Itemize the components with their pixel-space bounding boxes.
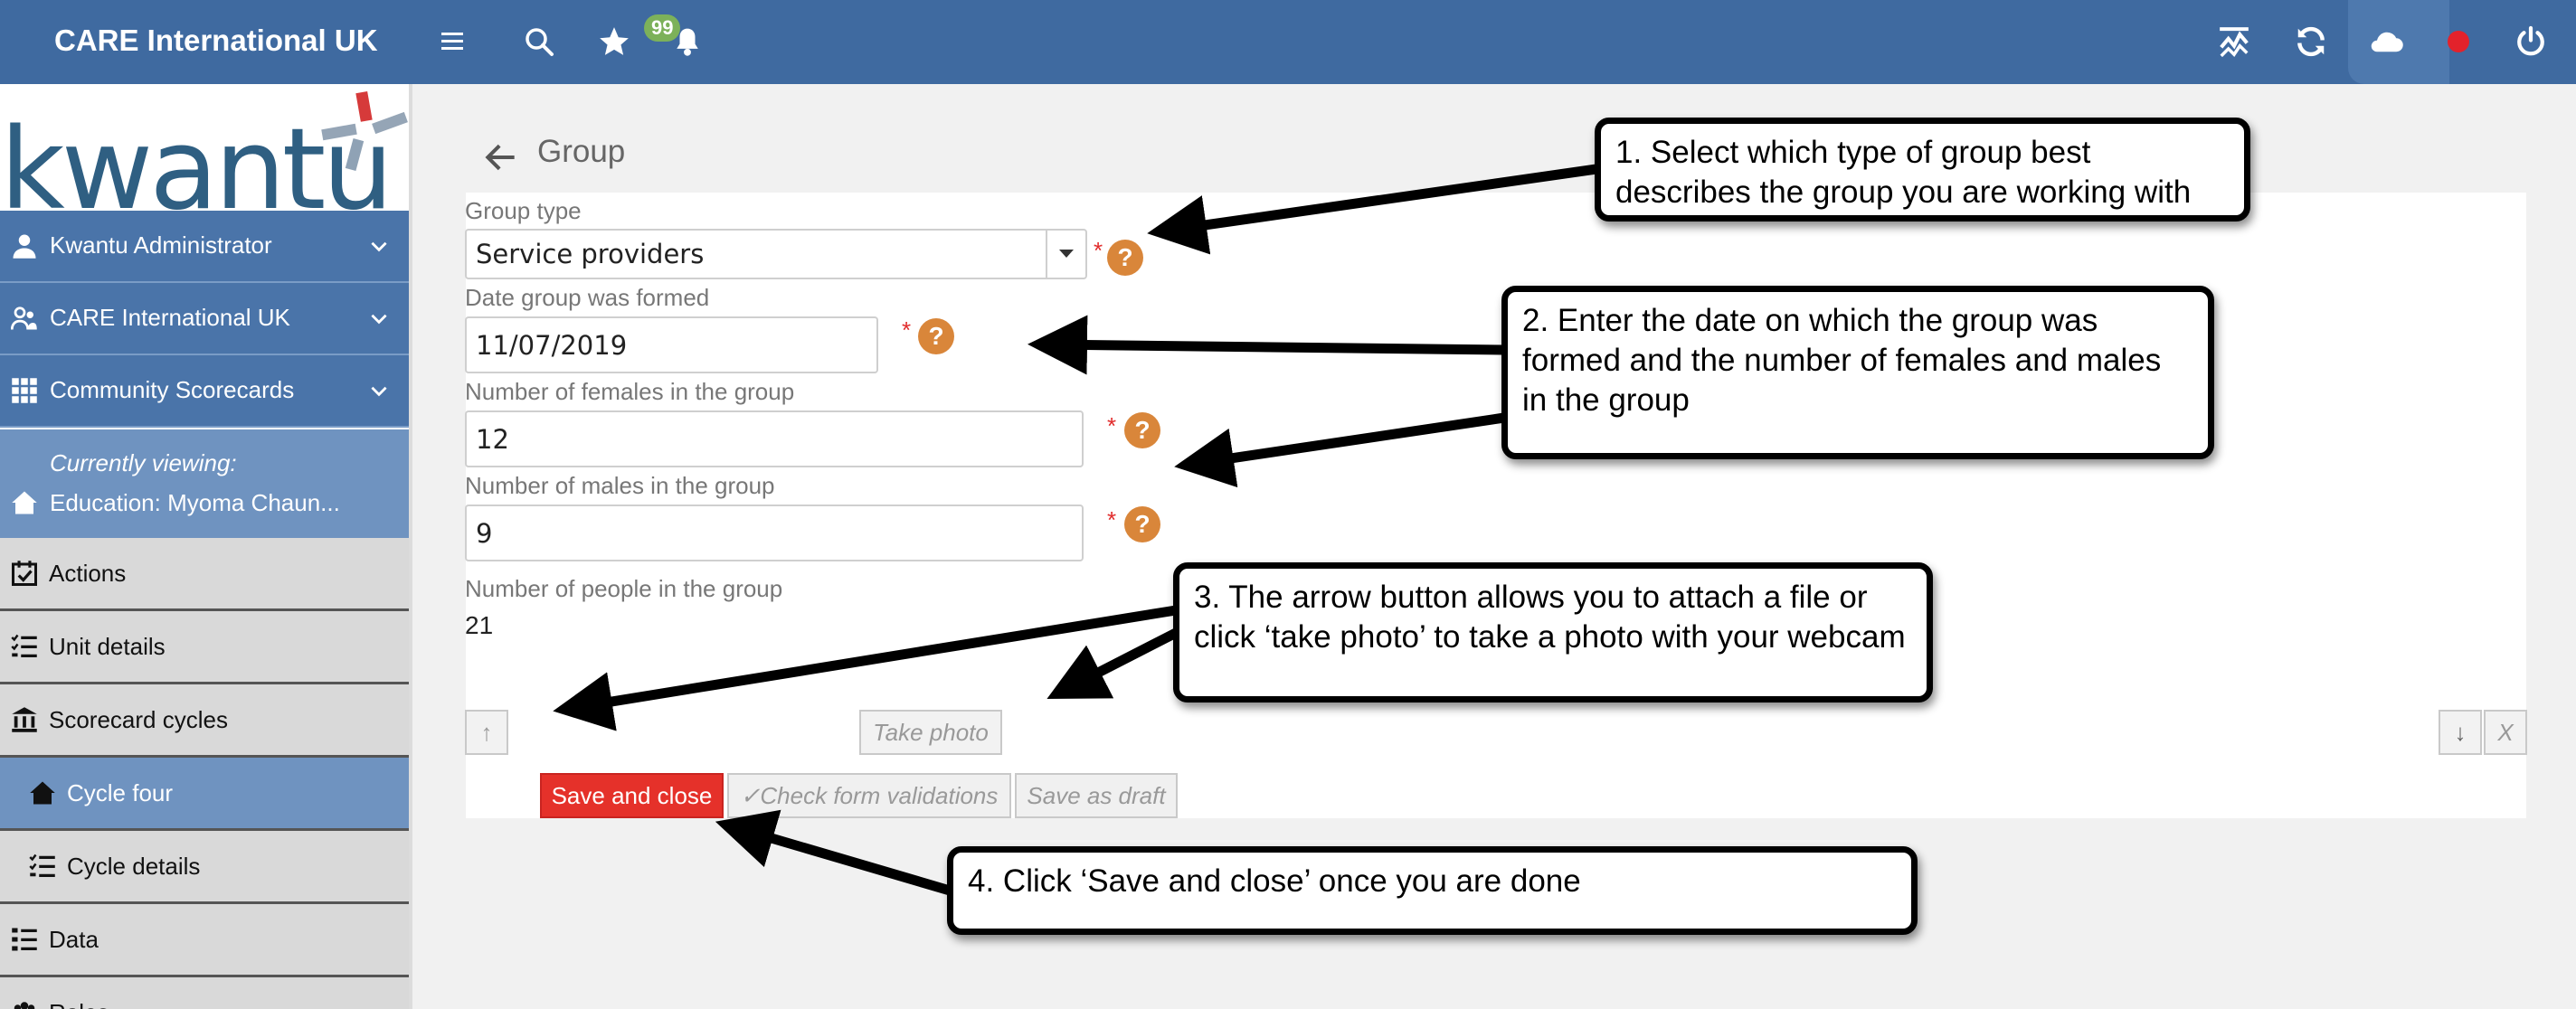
dropdown-caret-icon[interactable] bbox=[1046, 231, 1085, 278]
back-arrow-icon[interactable] bbox=[481, 137, 521, 177]
sidebar-item-actions[interactable]: Actions bbox=[0, 538, 409, 611]
sidebar-item-label: Kwantu Administrator bbox=[50, 231, 272, 259]
required-marker: * bbox=[1107, 412, 1117, 439]
page-title: Group bbox=[537, 134, 626, 169]
required-marker: * bbox=[902, 316, 912, 344]
status-dot-icon bbox=[2437, 20, 2480, 63]
chevron-down-icon[interactable] bbox=[367, 306, 391, 330]
females-label: Number of females in the group bbox=[465, 378, 795, 405]
males-input[interactable]: 9 bbox=[465, 504, 1084, 561]
upload-button[interactable]: ↑ bbox=[465, 710, 508, 755]
callout-attach-file: 3. The arrow button allows you to attach… bbox=[1173, 562, 1933, 703]
kwantu-logo[interactable]: kwantu bbox=[0, 89, 409, 235]
list-icon bbox=[12, 928, 37, 951]
sidebar-item-label: Unit details bbox=[49, 633, 166, 660]
remove-file-button[interactable]: X bbox=[2484, 710, 2527, 755]
users-icon bbox=[11, 306, 37, 330]
list-icon bbox=[11, 634, 37, 657]
required-marker: * bbox=[1094, 237, 1103, 264]
cloud-icon[interactable] bbox=[2364, 20, 2408, 63]
chevron-down-icon[interactable] bbox=[367, 234, 391, 258]
help-icon[interactable]: ? bbox=[1124, 506, 1160, 542]
group-type-select[interactable]: Service providers bbox=[465, 229, 1087, 279]
check-validations-button[interactable]: ✓Check form validations bbox=[727, 773, 1011, 818]
roles-icon bbox=[14, 1002, 35, 1009]
top-bar bbox=[0, 0, 2576, 84]
help-icon[interactable]: ? bbox=[918, 318, 954, 354]
females-input[interactable]: 12 bbox=[465, 410, 1084, 467]
sidebar-item-label: Data bbox=[49, 926, 99, 953]
currently-viewing[interactable]: Currently viewing: Education: Myoma Chau… bbox=[0, 429, 409, 538]
sidebar-item-roles[interactable]: Roles bbox=[0, 977, 409, 1009]
date-formed-value: 11/07/2019 bbox=[476, 329, 628, 361]
females-value: 12 bbox=[476, 423, 509, 455]
sidebar-item-label: Roles bbox=[49, 999, 109, 1009]
sidebar-item-unit-details[interactable]: Unit details bbox=[0, 611, 409, 684]
date-formed-label: Date group was formed bbox=[465, 284, 710, 311]
date-formed-input[interactable]: 11/07/2019 bbox=[465, 316, 878, 373]
currently-viewing-label: Currently viewing: bbox=[50, 449, 237, 476]
callout-save-and-close: 4. Click ‘Save and close’ once you are d… bbox=[947, 846, 1918, 935]
sidebar-item-kwantu-administrator[interactable]: Kwantu Administrator bbox=[0, 211, 409, 283]
sidebar-item-label: Scorecard cycles bbox=[49, 706, 228, 733]
search-icon[interactable] bbox=[517, 20, 561, 63]
sidebar: kwantu Kwantu Administrator CARE Interna… bbox=[0, 84, 412, 1009]
take-photo-button[interactable]: Take photo bbox=[859, 710, 1002, 755]
star-icon[interactable] bbox=[592, 20, 636, 63]
group-type-label: Group type bbox=[465, 197, 582, 224]
sidebar-item-community-scorecards[interactable]: Community Scorecards bbox=[0, 355, 409, 428]
calendar-check-icon bbox=[12, 561, 37, 586]
sidebar-item-care-international[interactable]: CARE International UK bbox=[0, 283, 409, 355]
people-value: 21 bbox=[465, 611, 494, 639]
list-icon bbox=[29, 853, 55, 877]
chevron-down-icon[interactable] bbox=[367, 379, 391, 402]
grid-icon bbox=[12, 378, 37, 403]
males-label: Number of males in the group bbox=[465, 472, 775, 499]
sync-icon[interactable] bbox=[2289, 20, 2333, 63]
currently-viewing-value: Education: Myoma Chaun... bbox=[50, 489, 340, 516]
people-label: Number of people in the group bbox=[465, 575, 783, 602]
notification-badge: 99 bbox=[644, 14, 681, 42]
help-icon[interactable]: ? bbox=[1107, 240, 1143, 276]
home-icon bbox=[12, 491, 37, 514]
required-marker: * bbox=[1107, 506, 1117, 533]
males-value: 9 bbox=[476, 517, 493, 549]
building-icon bbox=[12, 707, 37, 732]
user-icon bbox=[13, 234, 36, 259]
download-button[interactable]: ↓ bbox=[2439, 710, 2482, 755]
sidebar-item-data[interactable]: Data bbox=[0, 904, 409, 977]
chart-icon[interactable] bbox=[2212, 20, 2256, 63]
sidebar-item-label: Cycle four bbox=[67, 779, 174, 806]
menu-icon[interactable] bbox=[431, 20, 474, 63]
power-icon[interactable] bbox=[2509, 20, 2552, 63]
brand-title[interactable]: CARE International UK bbox=[54, 24, 378, 58]
help-icon[interactable]: ? bbox=[1124, 412, 1160, 448]
save-as-draft-button[interactable]: Save as draft bbox=[1015, 773, 1178, 818]
sidebar-item-cycle-details[interactable]: Cycle details bbox=[0, 831, 409, 904]
group-type-value: Service providers bbox=[476, 239, 705, 269]
callout-enter-date-and-counts: 2. Enter the date on which the group was… bbox=[1501, 286, 2214, 459]
callout-select-group-type: 1. Select which type of group best descr… bbox=[1595, 118, 2250, 222]
sidebar-item-label: CARE International UK bbox=[50, 304, 290, 331]
sidebar-item-label: Actions bbox=[49, 560, 127, 587]
sidebar-item-scorecard-cycles[interactable]: Scorecard cycles bbox=[0, 684, 409, 758]
sidebar-item-cycle-four[interactable]: Cycle four bbox=[0, 758, 409, 831]
save-and-close-button[interactable]: Save and close bbox=[540, 773, 724, 818]
home-icon bbox=[30, 781, 55, 805]
sidebar-item-label: Cycle details bbox=[67, 853, 201, 880]
svg-text:kwantu: kwantu bbox=[0, 105, 390, 211]
sidebar-item-label: Community Scorecards bbox=[50, 376, 295, 403]
